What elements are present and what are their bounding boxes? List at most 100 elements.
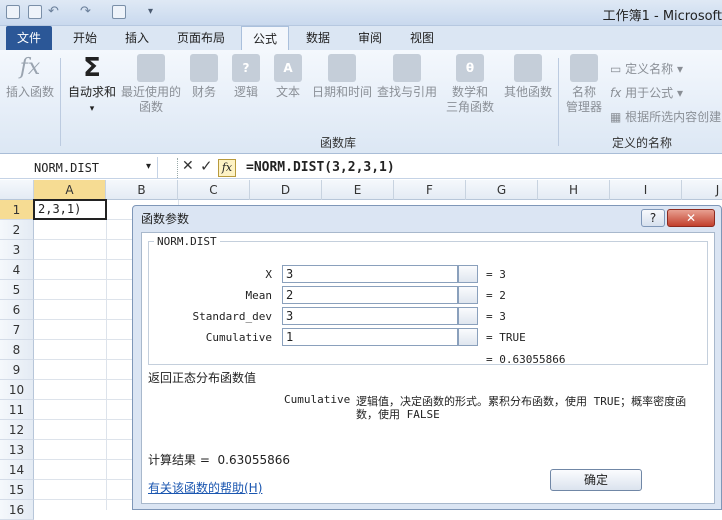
function-name: NORM.DIST (154, 235, 220, 248)
column-header[interactable]: H (538, 180, 610, 200)
row-header[interactable]: 11 (0, 400, 34, 420)
collapse-dialog-icon[interactable] (458, 307, 478, 325)
close-button[interactable]: ✕ (667, 209, 715, 227)
formula-bar-grip-icon (164, 158, 178, 178)
row-header[interactable]: 9 (0, 360, 34, 380)
column-header[interactable]: D (250, 180, 322, 200)
window-title: 工作簿1 - Microsoft (602, 9, 722, 24)
more-functions-button[interactable]: 其他函数 (500, 54, 556, 134)
row-header[interactable]: 3 (0, 240, 34, 260)
arg-result-mean: = 2 (486, 289, 506, 302)
arg-help-text-cont: 数，使用 FALSE (356, 408, 440, 421)
save-icon[interactable] (28, 5, 42, 19)
math-trig-button[interactable]: θ 数学和 三角函数 (440, 54, 500, 134)
group-label-library: 函数库 (319, 136, 356, 150)
column-header[interactable]: I (610, 180, 682, 200)
tab-data[interactable]: 数据 (296, 26, 340, 50)
arg-input-standard-dev[interactable]: 3 (282, 307, 458, 325)
row-header[interactable]: 14 (0, 460, 34, 480)
column-header[interactable]: C (178, 180, 250, 200)
active-cell-a1[interactable]: 2,3,1) (33, 199, 107, 220)
arg-input-x[interactable]: 3 (282, 265, 458, 283)
collapse-dialog-icon[interactable] (458, 328, 478, 346)
row-header[interactable]: 12 (0, 420, 34, 440)
row-header[interactable]: 13 (0, 440, 34, 460)
tab-formulas[interactable]: 公式 (241, 26, 289, 50)
column-header[interactable]: B (106, 180, 178, 200)
calculation-result: 计算结果 = 0.63055866 (148, 453, 291, 467)
text-button[interactable]: A 文本 (270, 54, 306, 134)
tab-review[interactable]: 审阅 (348, 26, 392, 50)
create-from-selection-button[interactable]: ▦ 根据所选内容创建 (610, 108, 721, 125)
ribbon-tabs: 文件 开始 插入 页面布局 公式 数据 审阅 视图 (0, 26, 722, 50)
row-header[interactable]: 6 (0, 300, 34, 320)
row-header[interactable]: 1 (0, 200, 34, 220)
name-box-dropdown-icon[interactable]: ▾ (146, 161, 151, 172)
dialog-body: NORM.DIST X 3 = 3 Mean 2 = 2 Standard_de… (141, 232, 715, 504)
column-header[interactable]: F (394, 180, 466, 200)
formula-input[interactable]: =NORM.DIST(3,2,3,1) (246, 157, 395, 179)
row-header[interactable]: 15 (0, 480, 34, 500)
sigma-icon: Σ (83, 53, 101, 83)
tab-file[interactable]: 文件 (6, 26, 52, 50)
column-headers: A B C D E F G H I J (0, 180, 722, 200)
arg-input-mean[interactable]: 2 (282, 286, 458, 304)
recently-used-button[interactable]: 最近使用的 函数 (120, 54, 182, 134)
cancel-icon[interactable]: ✕ (182, 158, 194, 174)
row-header[interactable]: 7 (0, 320, 34, 340)
question-book-icon: ? (232, 54, 260, 82)
arg-label-mean: Mean (245, 289, 273, 302)
select-all-corner[interactable] (0, 180, 34, 200)
column-header[interactable]: G (466, 180, 538, 200)
arg-label-standard-dev: Standard_dev (192, 310, 272, 323)
name-box[interactable]: NORM.DIST (0, 157, 158, 179)
function-help-link[interactable]: 有关该函数的帮助(H) (148, 479, 262, 496)
tab-view[interactable]: 视图 (400, 26, 444, 50)
row-header[interactable]: 4 (0, 260, 34, 280)
help-button[interactable]: ? (641, 209, 665, 227)
customize-qat-icon[interactable] (112, 5, 126, 19)
row-header[interactable]: 8 (0, 340, 34, 360)
column-header[interactable]: J (682, 180, 722, 200)
financial-book-icon (190, 54, 218, 82)
collapse-dialog-icon[interactable] (458, 286, 478, 304)
redo-icon[interactable]: ↷ (80, 4, 91, 19)
close-icon: ✕ (685, 211, 697, 225)
row-header[interactable]: 10 (0, 380, 34, 400)
lookup-reference-button[interactable]: 查找与引用 (376, 54, 438, 134)
use-in-formula-button[interactable]: fx 用于公式 ▾ (610, 84, 683, 101)
row-header[interactable]: 5 (0, 280, 34, 300)
tab-page-layout[interactable]: 页面布局 (168, 26, 234, 50)
qat-dropdown-icon[interactable]: ▾ (148, 6, 153, 17)
arg-input-cumulative[interactable]: 1 (282, 328, 458, 346)
undo-icon[interactable]: ↶ (48, 4, 59, 19)
tab-insert[interactable]: 插入 (114, 26, 160, 50)
column-header[interactable]: E (322, 180, 394, 200)
ok-button[interactable]: 确定 (550, 469, 642, 491)
function-description: 返回正态分布函数值 (148, 371, 257, 385)
fx-small-icon: fx (610, 86, 622, 100)
autosum-button[interactable]: Σ 自动求和 ▾ (64, 54, 120, 134)
define-name-button[interactable]: ▭ 定义名称 ▾ (610, 60, 683, 77)
row-header[interactable]: 2 (0, 220, 34, 240)
column-header[interactable]: A (34, 180, 106, 200)
collapse-dialog-icon[interactable] (458, 265, 478, 283)
define-name-icon: ▭ (610, 62, 622, 76)
insert-function-fx-icon[interactable]: fx (218, 159, 236, 177)
dialog-title: 函数参数 (141, 212, 190, 226)
function-arguments-dialog: 函数参数 ? ✕ NORM.DIST X 3 = 3 Mean 2 = 2 St… (132, 205, 722, 510)
date-time-button[interactable]: 日期和时间 (310, 54, 374, 134)
financial-button[interactable]: 财务 (186, 54, 222, 134)
group-separator (558, 58, 559, 146)
row-header[interactable]: 16 (0, 500, 34, 520)
fx-icon: fx (19, 55, 41, 80)
name-manager-button[interactable]: 名称 管理器 (562, 54, 606, 134)
insert-function-button[interactable]: fx 插入函数 (2, 54, 58, 134)
logical-button[interactable]: ? 逻辑 (228, 54, 264, 134)
name-manager-icon (570, 54, 598, 82)
group-separator (60, 58, 61, 146)
text-book-icon: A (274, 54, 302, 82)
tab-home[interactable]: 开始 (62, 26, 108, 50)
enter-check-icon[interactable]: ✓ (200, 157, 213, 175)
magnifier-book-icon (393, 54, 421, 82)
